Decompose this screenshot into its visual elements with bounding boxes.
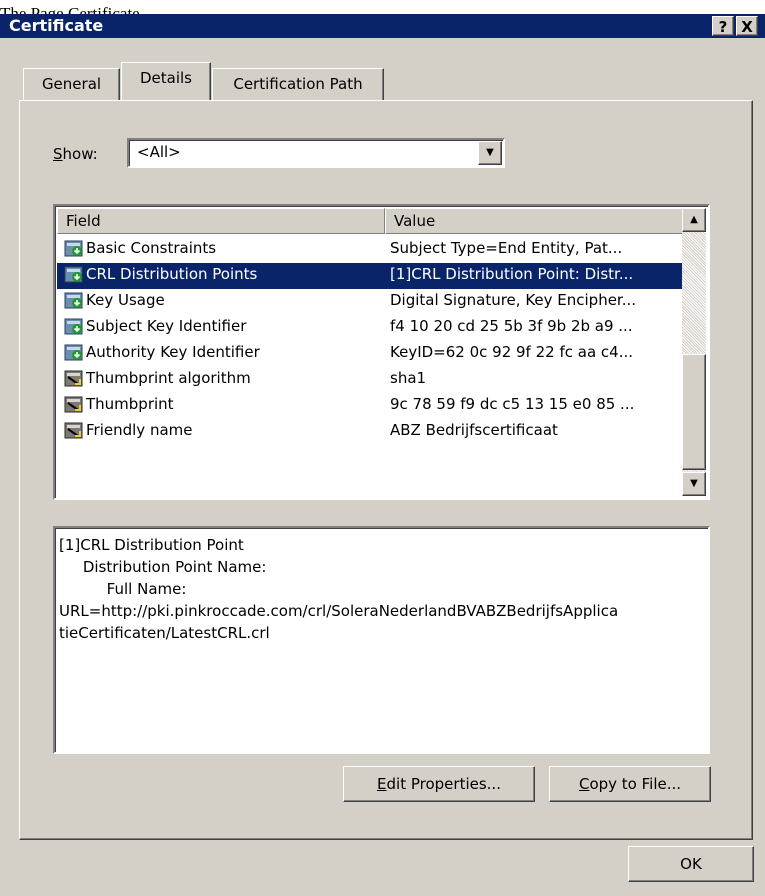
help-button[interactable]: ? <box>712 16 734 36</box>
show-dropdown[interactable]: <All> ▼ <box>127 138 505 168</box>
field-name: Thumbprint algorithm <box>86 369 251 387</box>
extension-icon <box>64 239 84 259</box>
list-row-basic-constraints[interactable]: Basic Constraints Subject Type=End Entit… <box>57 237 688 263</box>
copy-to-file-button[interactable]: Copy to File... <box>549 766 711 802</box>
field-value: sha1 <box>390 369 427 387</box>
scroll-down-icon[interactable]: ▼ <box>682 472 706 496</box>
edit-button-accelerator: E <box>377 775 387 793</box>
title-bar: Certificate ? X <box>0 14 765 38</box>
dropdown-arrow-icon[interactable]: ▼ <box>478 141 502 165</box>
field-value: f4 10 20 cd 25 5b 3f 9b 2b a9 ... <box>390 317 633 335</box>
list-row-thumbprint[interactable]: Thumbprint 9c 78 59 f9 dc c5 13 15 e0 85… <box>57 393 688 419</box>
detail-line: Full Name: <box>59 580 187 598</box>
field-name: Subject Key Identifier <box>86 317 247 335</box>
property-icon <box>64 395 84 415</box>
detail-line: URL=http://pki.pinkroccade.com/crl/Soler… <box>59 602 619 620</box>
field-name: Thumbprint <box>86 395 174 413</box>
detail-line: [1]CRL Distribution Point <box>59 536 244 554</box>
list-row-subject-key-identifier[interactable]: Subject Key Identifier f4 10 20 cd 25 5b… <box>57 315 688 341</box>
field-value: KeyID=62 0c 92 9f 22 fc aa c4... <box>390 343 633 361</box>
field-name: Authority Key Identifier <box>86 343 260 361</box>
scroll-up-icon[interactable]: ▲ <box>682 208 706 232</box>
show-label: Show: <box>53 145 98 163</box>
field-value: 9c 78 59 f9 dc c5 13 15 e0 85 ... <box>390 395 635 413</box>
field-detail-textbox[interactable]: [1]CRL Distribution Point Distribution P… <box>53 526 710 754</box>
show-label-rest: how: <box>62 145 98 163</box>
extension-icon <box>64 317 84 337</box>
list-row-key-usage[interactable]: Key Usage Digital Signature, Key Enciphe… <box>57 289 688 315</box>
field-name: Basic Constraints <box>86 239 217 257</box>
field-value: ABZ Bedrijfscertificaat <box>390 421 558 439</box>
column-header-field[interactable]: Field <box>57 208 385 234</box>
detail-line: Distribution Point Name: <box>59 558 267 576</box>
field-name: CRL Distribution Points <box>86 265 258 283</box>
property-icon <box>64 421 84 441</box>
field-name: Friendly name <box>86 421 193 439</box>
list-row-friendly-name[interactable]: Friendly name ABZ Bedrijfscertificaat <box>57 419 688 445</box>
field-value: Subject Type=End Entity, Pat... <box>390 239 623 257</box>
certificate-dialog: Certificate ? X General Details Certific… <box>0 14 765 896</box>
detail-line: tieCertificaten/LatestCRL.crl <box>59 624 270 642</box>
fields-list[interactable]: Field Value Basic Constraints Subject Ty… <box>53 204 710 500</box>
dialog-title: Certificate <box>9 16 104 35</box>
show-dropdown-value: <All> <box>137 143 181 161</box>
property-icon <box>64 369 84 389</box>
show-label-accelerator: S <box>53 145 63 163</box>
scrollbar-thumb[interactable] <box>682 354 706 470</box>
extension-icon <box>64 265 84 285</box>
ok-button[interactable]: OK <box>628 846 754 882</box>
tab-details[interactable]: Details <box>121 62 211 100</box>
close-button[interactable]: X <box>736 16 758 36</box>
extension-icon <box>64 291 84 311</box>
field-value: [1]CRL Distribution Point: Distr... <box>390 265 634 283</box>
list-row-thumbprint-algorithm[interactable]: Thumbprint algorithm sha1 <box>57 367 688 393</box>
column-header-value[interactable]: Value <box>385 208 688 234</box>
field-value: Digital Signature, Key Encipher... <box>390 291 637 309</box>
copy-button-accelerator: C <box>578 775 590 793</box>
tab-certification-path[interactable]: Certification Path <box>212 68 384 100</box>
clipped-page-text: The Page Certificate... <box>0 4 153 14</box>
list-row-authority-key-identifier[interactable]: Authority Key Identifier KeyID=62 0c 92 … <box>57 341 688 367</box>
extension-icon <box>64 343 84 363</box>
field-name: Key Usage <box>86 291 165 309</box>
list-row-crl-distribution-points[interactable]: CRL Distribution Points [1]CRL Distribut… <box>57 263 688 289</box>
edit-properties-button[interactable]: Edit Properties... <box>343 766 535 802</box>
copy-button-label: opy to File... <box>589 775 682 793</box>
edit-button-label: dit Properties... <box>386 775 501 793</box>
tab-general[interactable]: General <box>23 68 120 100</box>
list-scrollbar[interactable]: ▲ ▼ <box>682 208 706 496</box>
